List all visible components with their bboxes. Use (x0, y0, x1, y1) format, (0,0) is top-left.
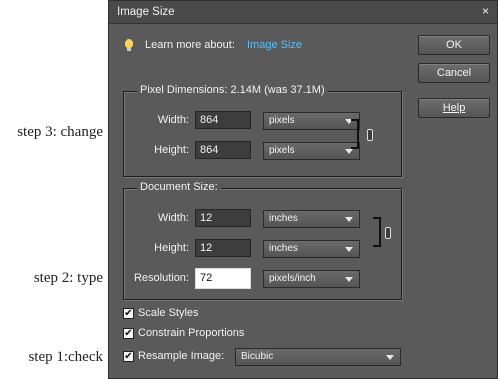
doc-height-unit-value: inches (269, 243, 298, 254)
learn-more-text: Learn more about: (145, 39, 235, 51)
chevron-down-icon (386, 355, 394, 360)
chevron-down-icon (345, 277, 353, 282)
doc-height-input[interactable]: 12 (195, 239, 251, 257)
chevron-down-icon (345, 217, 353, 222)
title-bar: Image Size × (109, 1, 497, 24)
doc-height-unit-select[interactable]: inches (263, 240, 360, 258)
link-chain-icon (385, 227, 391, 239)
scale-styles-label[interactable]: Scale Styles (138, 307, 199, 319)
pixel-dimensions-legend: Pixel Dimensions: 2.14M (was 37.1M) (137, 84, 328, 96)
dialog-title: Image Size (117, 6, 175, 18)
doc-width-input[interactable]: 12 (195, 209, 251, 227)
scale-styles-checkbox[interactable]: ✔ (123, 308, 134, 319)
resample-image-label[interactable]: Resample Image: (138, 350, 224, 362)
close-icon[interactable]: × (482, 4, 489, 18)
resolution-unit-value: pixels/inch (269, 273, 316, 284)
doc-width-unit-value: inches (269, 213, 298, 224)
pixel-width-input[interactable]: 864 (195, 111, 251, 129)
chevron-down-icon (345, 149, 353, 154)
pixel-height-unit-value: pixels (269, 145, 295, 156)
annotation-step-3: step 3: change (17, 124, 103, 140)
pixel-height-unit-select[interactable]: pixels (263, 142, 360, 160)
document-size-legend: Document Size: (137, 181, 221, 193)
pixel-height-input[interactable]: 864 (195, 141, 251, 159)
pixel-height-label: Height: (154, 144, 189, 156)
pixel-constrain-bracket (351, 119, 359, 149)
chevron-down-icon (345, 247, 353, 252)
ok-button[interactable]: OK (418, 35, 490, 55)
help-button[interactable]: Help (418, 98, 490, 118)
lightbulb-icon (125, 39, 133, 51)
pixel-width-unit-value: pixels (269, 115, 295, 126)
doc-width-unit-select[interactable]: inches (263, 210, 360, 228)
annotation-step-1: step 1:check (28, 349, 103, 365)
resolution-input[interactable]: 72 (195, 268, 251, 289)
pixel-dimensions-group (123, 91, 402, 177)
link-chain-icon (367, 129, 373, 141)
resample-method-select[interactable]: Bicubic (235, 348, 401, 366)
resample-method-value: Bicubic (241, 351, 274, 362)
resolution-label: Resolution: (133, 272, 189, 284)
resolution-unit-select[interactable]: pixels/inch (263, 270, 360, 288)
constrain-proportions-label[interactable]: Constrain Proportions (138, 327, 244, 339)
constrain-proportions-checkbox[interactable]: ✔ (123, 328, 134, 339)
doc-width-label: Width: (157, 212, 189, 224)
pixel-width-unit-select[interactable]: pixels (263, 112, 360, 130)
pixel-width-label: Width: (157, 114, 189, 126)
image-size-dialog: Image Size × Learn more about: Image Siz… (108, 0, 498, 379)
resample-image-checkbox[interactable]: ✔ (123, 351, 134, 362)
doc-height-label: Height: (154, 242, 189, 254)
annotation-step-2: step 2: type (33, 270, 103, 286)
cancel-button[interactable]: Cancel (418, 63, 490, 83)
doc-constrain-bracket (373, 217, 381, 247)
learn-more-link[interactable]: Image Size (247, 39, 302, 51)
